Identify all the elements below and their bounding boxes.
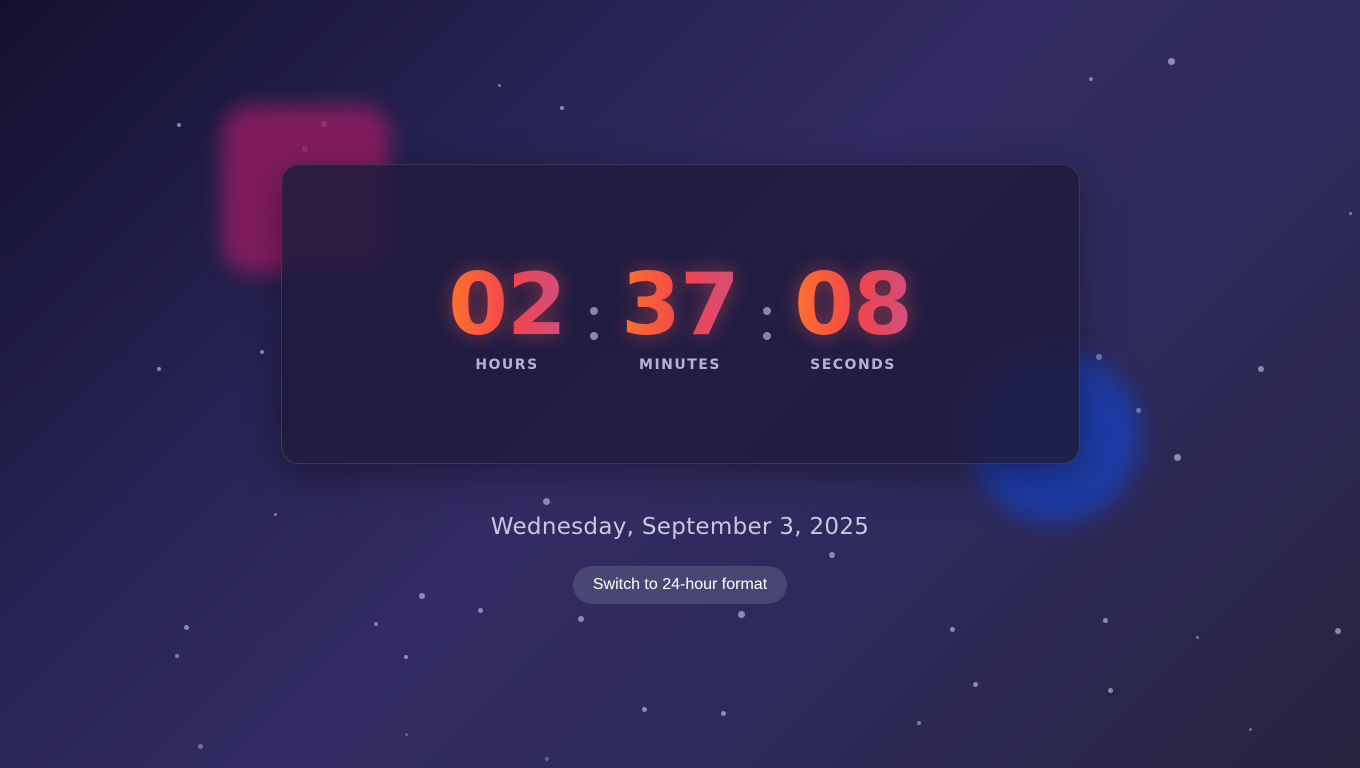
star [578, 616, 584, 622]
star [478, 608, 483, 613]
star [175, 654, 179, 658]
star [177, 123, 181, 127]
star [157, 367, 161, 371]
separator-dot [590, 307, 598, 315]
star [498, 84, 501, 87]
format-toggle-button[interactable]: Switch to 24-hour format [573, 566, 787, 604]
separator-dot [590, 332, 598, 340]
star [642, 707, 647, 712]
star [950, 627, 955, 632]
star [1168, 58, 1175, 65]
star [1196, 636, 1199, 639]
star [560, 106, 564, 110]
hours-label: HOURS [475, 357, 539, 373]
star [738, 611, 745, 618]
star [1249, 728, 1252, 731]
star [405, 733, 408, 736]
star [1258, 366, 1264, 372]
star [374, 622, 378, 626]
seconds-unit: 08 SECONDS [783, 255, 923, 373]
star [1349, 212, 1352, 215]
star [545, 757, 549, 761]
separator-minutes-seconds [763, 305, 771, 341]
star [419, 593, 425, 599]
seconds-label: SECONDS [810, 357, 896, 373]
star [1174, 454, 1181, 461]
minutes-label: MINUTES [639, 357, 721, 373]
star [1089, 77, 1093, 81]
star [184, 625, 189, 630]
star [1108, 688, 1113, 693]
minutes-value: 37 [610, 255, 750, 355]
hours-value: 02 [437, 255, 577, 355]
star [1096, 354, 1102, 360]
star [973, 682, 978, 687]
seconds-value: 08 [783, 255, 923, 355]
star [917, 721, 921, 725]
star [1136, 408, 1141, 413]
star [404, 655, 408, 659]
minutes-unit: 37 MINUTES [610, 255, 750, 373]
separator-dot [763, 307, 771, 315]
separator-hours-minutes [590, 305, 598, 341]
separator-dot [763, 332, 771, 340]
hours-unit: 02 HOURS [437, 255, 577, 373]
star [198, 744, 203, 749]
current-date: Wednesday, September 3, 2025 [490, 514, 870, 540]
star [543, 498, 550, 505]
star [260, 350, 264, 354]
clock-card: 02 HOURS 37 MINUTES 08 SECONDS [281, 164, 1080, 464]
star [1103, 618, 1108, 623]
star [1335, 628, 1341, 634]
star [721, 711, 726, 716]
star [829, 552, 835, 558]
